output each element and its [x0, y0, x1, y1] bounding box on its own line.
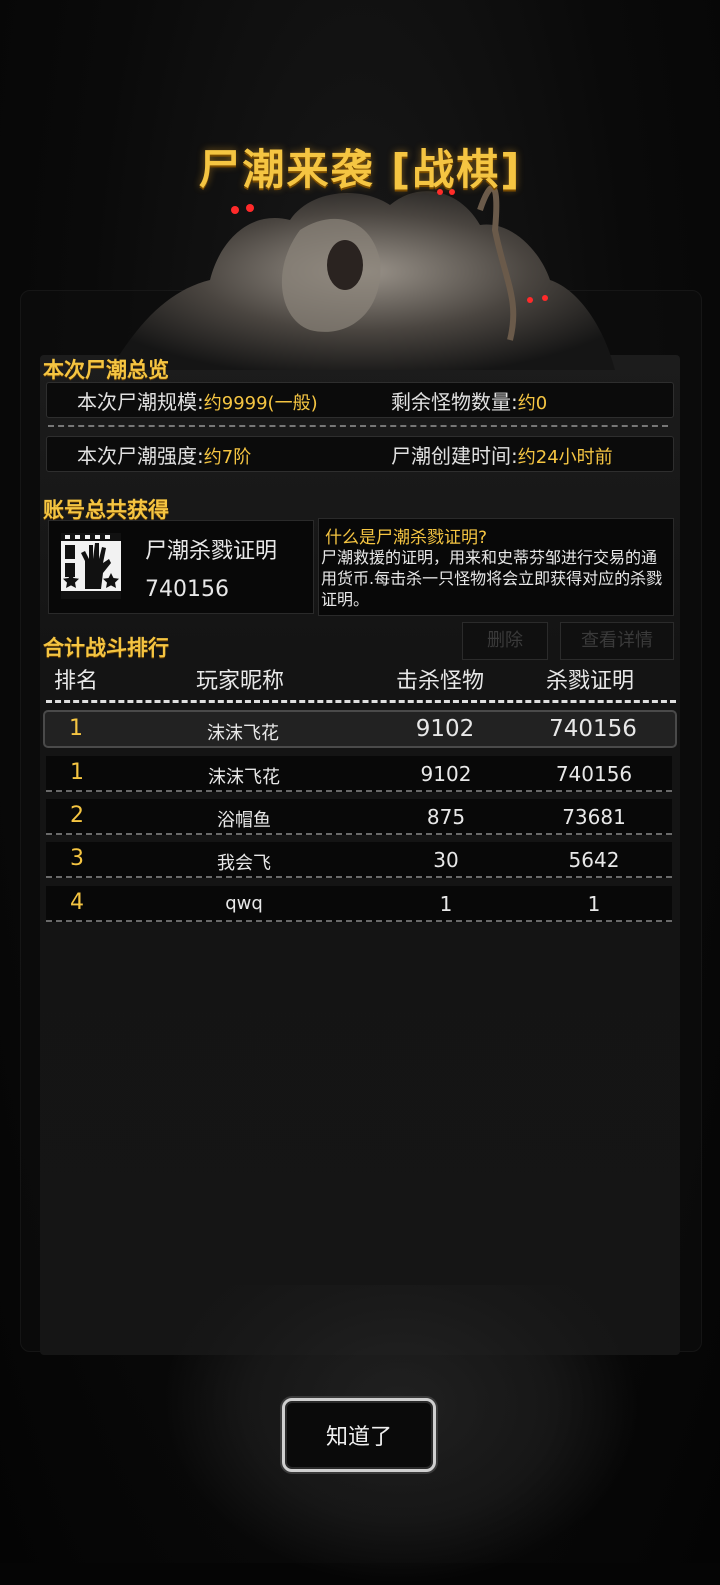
zombie-hand-certificate-icon: [61, 533, 121, 599]
reward-item-name: 尸潮杀戮证明: [145, 539, 278, 564]
scale-label: 本次尸潮规模:约9999(一般): [77, 386, 318, 415]
my-rank: 1: [69, 716, 83, 741]
overview-row-2: 本次尸潮强度:约7阶 尸潮创建时间:约24小时前: [46, 436, 674, 472]
row-kills: 875: [426, 805, 466, 829]
remaining-value: 约0: [517, 392, 548, 414]
created-value: 约24小时前: [517, 446, 613, 468]
scale-label-text: 本次尸潮规模:: [77, 389, 204, 414]
ranking-table-header: 排名 玩家昵称 击杀怪物 杀戮证明: [40, 655, 680, 699]
my-certificates: 740156: [549, 716, 637, 742]
page-title: 尸潮来袭 [战棋]: [198, 145, 522, 194]
scale-value: 约9999(一般): [203, 392, 318, 414]
row-kills: 1: [439, 892, 453, 916]
zombie-horde-illustration: [110, 185, 615, 370]
row-certificates: 740156: [555, 762, 633, 786]
header-nickname: 玩家昵称: [196, 669, 285, 694]
row-name: 浴帽鱼: [217, 810, 271, 831]
strength-value: 约7阶: [203, 446, 252, 468]
row-name: qwq: [225, 893, 263, 914]
table-row: 2 浴帽鱼 875 73681: [46, 799, 672, 835]
overview-divider: [48, 425, 668, 427]
explanation-text: 尸潮救援的证明，用来和史蒂芬邹进行交易的通用货币.每击杀一只怪物将会立即获得对应…: [321, 548, 663, 609]
certificate-explanation-card: 什么是尸潮杀戮证明? 尸潮救援的证明，用来和史蒂芬邹进行交易的通用货币.每击杀一…: [318, 518, 674, 616]
row-rank: 3: [70, 846, 84, 871]
remaining-label-text: 剩余怪物数量:: [391, 389, 518, 414]
row-certificates: 73681: [562, 805, 626, 829]
row-rank: 1: [70, 760, 84, 785]
reward-card: 尸潮杀戮证明 740156: [48, 520, 314, 614]
header-kills: 击杀怪物: [396, 669, 485, 694]
table-row: 3 我会飞 30 5642: [46, 842, 672, 878]
acknowledge-button[interactable]: 知道了: [282, 1398, 436, 1472]
row-name: 我会飞: [217, 853, 271, 874]
row-name: 沫沫飞花: [208, 767, 280, 788]
created-label-text: 尸潮创建时间:: [391, 443, 518, 468]
remaining-label: 剩余怪物数量:约0: [391, 386, 547, 415]
header-divider: [46, 700, 676, 703]
row-certificates: 5642: [568, 848, 620, 872]
row-rank: 4: [70, 890, 84, 915]
table-row: 4 qwq 1 1: [46, 886, 672, 922]
row-kills: 9102: [420, 762, 472, 786]
header-certificates: 杀戮证明: [546, 669, 635, 694]
overview-section-title: 本次尸潮总览: [43, 358, 169, 382]
my-name: 沫沫飞花: [207, 723, 279, 744]
my-ranking-row: 1 沫沫飞花 9102 740156: [43, 710, 677, 748]
table-row: 1 沫沫飞花 9102 740156: [46, 756, 672, 792]
row-certificates: 1: [587, 892, 601, 916]
row-kills: 30: [433, 848, 459, 872]
reward-item-amount: 740156: [145, 577, 229, 602]
created-label: 尸潮创建时间:约24小时前: [391, 440, 613, 469]
explanation-title: 什么是尸潮杀戮证明?: [325, 528, 488, 548]
header-rank: 排名: [54, 669, 99, 694]
overview-row-1: 本次尸潮规模:约9999(一般) 剩余怪物数量:约0: [46, 382, 674, 418]
my-kills: 9102: [415, 716, 475, 742]
row-rank: 2: [70, 803, 84, 828]
strength-label-text: 本次尸潮强度:: [77, 443, 204, 468]
strength-label: 本次尸潮强度:约7阶: [77, 440, 251, 469]
